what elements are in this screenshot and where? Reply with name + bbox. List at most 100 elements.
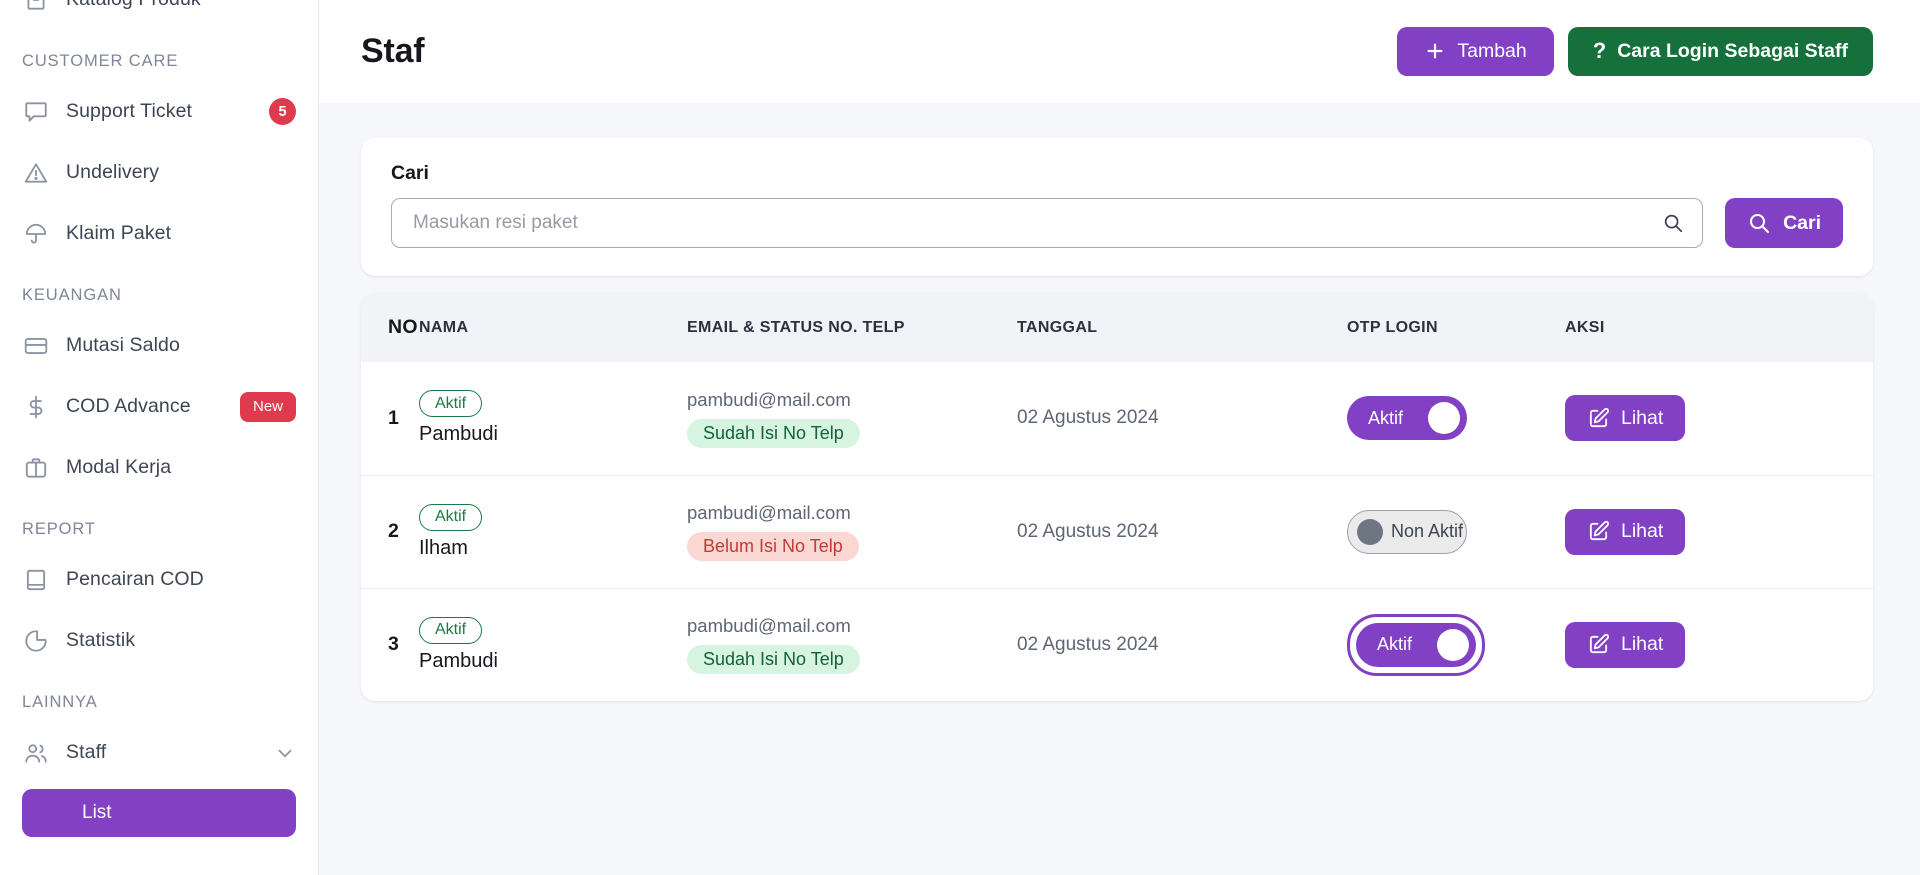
otp-toggle-label: Non Aktif bbox=[1391, 521, 1464, 541]
table-row: 1 Aktif Pambudi pambudi@mail.com Sudah I… bbox=[361, 362, 1873, 476]
sidebar-item-pencairan-cod[interactable]: Pencairan COD bbox=[22, 549, 296, 610]
cell-no: 2 bbox=[361, 475, 419, 589]
sidebar: Katalog Produk CUSTOMER CARE Support Tic… bbox=[0, 0, 319, 875]
search-button[interactable]: Cari bbox=[1725, 198, 1843, 248]
content-area: Cari Masukan resi paket Cari NO NAMA EMA… bbox=[319, 103, 1920, 875]
question-mark-icon: ? bbox=[1592, 38, 1607, 63]
sidebar-item-label: Katalog Produk bbox=[66, 0, 201, 11]
cell-aksi: Lihat bbox=[1565, 362, 1873, 476]
status-badge: Aktif bbox=[419, 503, 483, 531]
sidebar-subitem-label: List bbox=[82, 802, 112, 823]
briefcase-icon bbox=[22, 454, 50, 482]
view-button[interactable]: Lihat bbox=[1565, 395, 1686, 442]
table-row: 3 Aktif Pambudi pambudi@mail.com Sudah I… bbox=[361, 588, 1873, 701]
cell-otp-login: Aktif bbox=[1347, 362, 1565, 476]
search-row: Cari bbox=[391, 198, 1843, 248]
edit-square-icon bbox=[1587, 407, 1610, 430]
toggle-knob bbox=[1357, 518, 1383, 545]
book-icon bbox=[22, 566, 50, 594]
cell-otp-login: Non Aktif bbox=[1347, 475, 1565, 589]
sidebar-item-label: Mutasi Saldo bbox=[66, 334, 180, 356]
app-root: Katalog Produk CUSTOMER CARE Support Tic… bbox=[0, 0, 1920, 875]
sidebar-item-label: Statistik bbox=[66, 629, 136, 651]
sidebar-scroll: Katalog Produk CUSTOMER CARE Support Tic… bbox=[0, 0, 318, 837]
staff-email: pambudi@mail.com bbox=[687, 615, 851, 637]
staff-email: pambudi@mail.com bbox=[687, 502, 851, 523]
phone-status-badge: Sudah Isi No Telp bbox=[687, 418, 860, 448]
staff-table: NO NAMA EMAIL & STATUS NO. TELP TANGGAL … bbox=[361, 293, 1873, 701]
sidebar-item-modal-kerja[interactable]: Modal Kerja bbox=[22, 437, 296, 498]
search-input[interactable] bbox=[391, 198, 1704, 248]
phone-status-badge: Sudah Isi No Telp bbox=[687, 645, 860, 675]
top-bar: Staf Tambah ? Cara Login Sebagai Staff bbox=[319, 0, 1920, 103]
edit-square-icon bbox=[1587, 520, 1610, 543]
toggle-knob bbox=[1437, 628, 1469, 661]
sidebar-item-label: Modal Kerja bbox=[66, 456, 172, 478]
sidebar-item-label: Pencairan COD bbox=[66, 568, 204, 590]
otp-login-toggle[interactable]: Aktif bbox=[1356, 622, 1476, 667]
staff-email: pambudi@mail.com bbox=[687, 388, 851, 410]
umbrella-icon bbox=[22, 220, 50, 248]
cod-advance-new-badge: New bbox=[239, 391, 296, 422]
sidebar-item-label: Klaim Paket bbox=[66, 222, 172, 244]
view-button[interactable]: Lihat bbox=[1565, 508, 1686, 555]
sidebar-item-label: Support Ticket bbox=[66, 100, 193, 122]
main-area: Staf Tambah ? Cara Login Sebagai Staff C… bbox=[319, 0, 1920, 875]
users-icon bbox=[22, 739, 50, 767]
sidebar-item-cod-advance[interactable]: COD Advance New bbox=[22, 376, 296, 437]
column-header-tanggal: TANGGAL bbox=[1017, 293, 1347, 362]
sidebar-item-katalog-produk[interactable]: Katalog Produk bbox=[22, 0, 296, 30]
staff-table-card: NO NAMA EMAIL & STATUS NO. TELP TANGGAL … bbox=[361, 293, 1873, 701]
cell-tanggal: 02 Agustus 2024 bbox=[1017, 475, 1347, 589]
view-button-label: Lihat bbox=[1621, 633, 1664, 656]
table-body: 1 Aktif Pambudi pambudi@mail.com Sudah I… bbox=[361, 362, 1873, 701]
search-button-label: Cari bbox=[1783, 211, 1821, 234]
cell-email: pambudi@mail.com Belum Isi No Telp bbox=[687, 475, 1017, 589]
otp-toggle-label: Aktif bbox=[1377, 634, 1413, 655]
how-to-login-button-label: Cara Login Sebagai Staff bbox=[1617, 39, 1848, 62]
sidebar-item-staff[interactable]: Staff bbox=[22, 722, 296, 783]
column-header-no: NO bbox=[361, 293, 419, 362]
sidebar-item-undelivery[interactable]: Undelivery bbox=[22, 142, 296, 203]
chevron-down-icon[interactable] bbox=[274, 742, 296, 764]
cell-email: pambudi@mail.com Sudah Isi No Telp bbox=[687, 588, 1017, 701]
sidebar-item-mutasi-saldo[interactable]: Mutasi Saldo bbox=[22, 315, 296, 376]
search-card: Cari Masukan resi paket Cari bbox=[361, 138, 1873, 276]
phone-status-badge: Belum Isi No Telp bbox=[687, 532, 859, 561]
plus-icon bbox=[1424, 40, 1446, 62]
cell-nama: Aktif Pambudi bbox=[419, 362, 687, 476]
sidebar-item-klaim-paket[interactable]: Klaim Paket bbox=[22, 203, 296, 264]
sidebar-subitem-list[interactable]: List bbox=[22, 789, 296, 837]
cell-tanggal: 02 Agustus 2024 bbox=[1017, 362, 1347, 476]
warning-triangle-icon bbox=[22, 159, 50, 187]
edit-square-icon bbox=[1587, 633, 1610, 656]
sidebar-section-title: CUSTOMER CARE bbox=[22, 52, 179, 70]
staff-name: Ilham bbox=[419, 536, 468, 559]
dollar-icon bbox=[22, 393, 50, 421]
sidebar-item-support-ticket[interactable]: Support Ticket 5 bbox=[22, 81, 296, 142]
otp-login-toggle[interactable]: Non Aktif bbox=[1347, 509, 1467, 554]
add-button-label: Tambah bbox=[1457, 39, 1527, 62]
sidebar-item-label: Undelivery bbox=[66, 161, 160, 183]
search-label: Cari bbox=[391, 162, 429, 184]
page-title: Staf bbox=[361, 31, 425, 70]
sidebar-section-title: KEUANGAN bbox=[22, 286, 122, 304]
add-button[interactable]: Tambah bbox=[1397, 26, 1554, 76]
sidebar-item-label: Staff bbox=[66, 741, 107, 763]
how-to-login-button[interactable]: ? Cara Login Sebagai Staff bbox=[1567, 26, 1873, 76]
column-header-otp-login: OTP LOGIN bbox=[1347, 293, 1565, 362]
pie-chart-icon bbox=[22, 627, 50, 655]
cell-otp-login: Aktif bbox=[1347, 588, 1565, 701]
cell-email: pambudi@mail.com Sudah Isi No Telp bbox=[687, 362, 1017, 476]
chat-icon bbox=[22, 98, 50, 126]
toggle-knob bbox=[1428, 402, 1460, 435]
sidebar-section-title: LAINNYA bbox=[22, 693, 98, 711]
cell-nama: Aktif Ilham bbox=[419, 475, 687, 589]
cell-no: 1 bbox=[361, 362, 419, 476]
sidebar-item-statistik[interactable]: Statistik bbox=[22, 610, 296, 671]
archive-icon bbox=[22, 0, 50, 14]
otp-login-toggle[interactable]: Aktif bbox=[1347, 396, 1467, 441]
cell-no: 3 bbox=[388, 633, 399, 656]
sidebar-item-label: COD Advance bbox=[66, 395, 191, 417]
view-button[interactable]: Lihat bbox=[1565, 621, 1686, 668]
